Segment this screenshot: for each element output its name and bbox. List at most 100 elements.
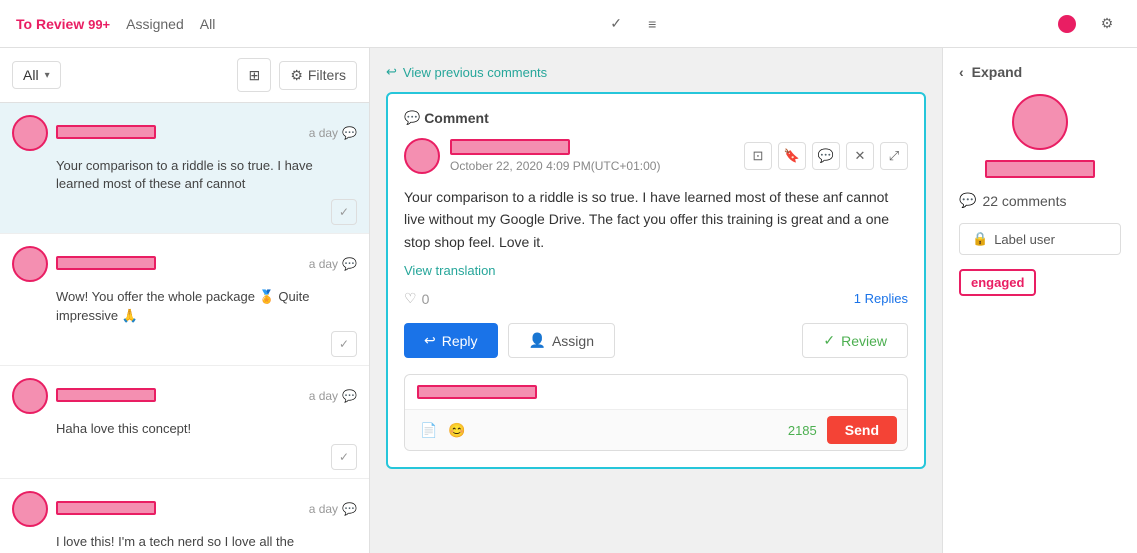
comment-section-title: Comment: [424, 110, 489, 126]
nav-tabs: To Review 99+ Assigned All: [16, 12, 215, 36]
list-item[interactable]: a day 💬 Wow! You offer the whole package…: [0, 234, 369, 365]
list-item-time: a day 💬: [309, 126, 357, 140]
comment-list: a day 💬 Your comparison to a riddle is s…: [0, 103, 369, 553]
chat-icon-button[interactable]: 💬: [812, 142, 840, 170]
expand-label: Expand: [972, 64, 1023, 80]
comment-author-row: October 22, 2020 4:09 PM(UTC+01:00) ⊡ 🔖 …: [404, 138, 908, 174]
char-count: 2185: [788, 423, 817, 438]
chat-icon: 💬: [342, 257, 357, 271]
name-bar: [56, 125, 156, 139]
top-nav-right: ⚙: [1053, 10, 1121, 38]
chat-count-icon: 💬: [959, 192, 976, 209]
view-previous-label: View previous comments: [403, 65, 547, 80]
list-item[interactable]: a day 💬 Your comparison to a riddle is s…: [0, 103, 369, 234]
center-panel: ↩ View previous comments 💬 Comment Octob…: [370, 48, 942, 553]
doc-icon-button[interactable]: 📄: [415, 416, 443, 444]
list-item[interactable]: a day 💬 Haha love this concept! ✓: [0, 366, 369, 479]
reply-button[interactable]: ↩ Reply: [404, 323, 498, 358]
comments-count: 💬 22 comments: [959, 192, 1121, 209]
reply-box: 📄 😊 2185 Send: [404, 374, 908, 451]
check-button[interactable]: ✓: [331, 199, 357, 225]
check-button[interactable]: ✓: [331, 444, 357, 470]
avatar: [12, 491, 48, 527]
list-item-footer: ✓: [12, 199, 357, 225]
settings-icon[interactable]: ⚙: [1093, 10, 1121, 38]
name-bar: [56, 388, 156, 402]
copy-icon-button[interactable]: ⊡: [744, 142, 772, 170]
comment-body: Your comparison to a riddle is so true. …: [404, 186, 908, 253]
list-item-time: a day 💬: [309, 389, 357, 403]
list-item-header: a day 💬: [12, 491, 357, 527]
view-previous-comments-link[interactable]: ↩ View previous comments: [386, 64, 926, 80]
bookmark-icon-button[interactable]: 🔖: [778, 142, 806, 170]
list-item-meta: [56, 125, 301, 141]
comment-card-header: 💬 Comment: [404, 110, 908, 126]
arrow-left-icon: ↩: [386, 64, 397, 80]
filter-value: All: [23, 67, 39, 83]
list-item-footer: ✓: [12, 444, 357, 470]
list-item-text: Wow! You offer the whole package 🏅 Quite…: [12, 288, 357, 324]
like-button[interactable]: ♡ 0: [404, 290, 429, 307]
engaged-tag[interactable]: engaged: [959, 269, 1036, 296]
reply-name-bar: [417, 385, 537, 399]
sort-button[interactable]: ≡: [638, 10, 666, 38]
author-name-bar: [450, 139, 570, 155]
sliders-icon: ⚙: [290, 67, 303, 84]
filter-select[interactable]: All ▾: [12, 61, 61, 89]
comment-action-icons: ⊡ 🔖 💬 ✕ ⤢: [744, 142, 908, 170]
assign-button[interactable]: 👤 Assign: [508, 323, 615, 358]
like-row: ♡ 0 1 Replies: [404, 290, 908, 307]
tab-all[interactable]: All: [200, 12, 216, 36]
emoji-icon-button[interactable]: 😊: [443, 416, 471, 444]
list-item[interactable]: a day 💬 I love this! I'm a tech nerd so …: [0, 479, 369, 553]
list-item-text: Your comparison to a riddle is so true. …: [12, 157, 357, 193]
action-buttons: ↩ Reply 👤 Assign ✓ Review: [404, 323, 908, 358]
expand-avatar: [1012, 94, 1068, 150]
person-icon: 👤: [529, 332, 546, 349]
right-panel: ‹ Expand 💬 22 comments 🔒 Label user enga…: [942, 48, 1137, 553]
tab-to-review[interactable]: To Review 99+: [16, 12, 110, 36]
list-item-time: a day 💬: [309, 502, 357, 516]
list-item-meta: [56, 501, 301, 517]
expand-icon-button[interactable]: ⤢: [880, 142, 908, 170]
replies-link[interactable]: 1 Replies: [854, 291, 908, 306]
like-count: 0: [422, 291, 430, 307]
lock-icon: 🔒: [972, 231, 988, 247]
list-item-header: a day 💬: [12, 246, 357, 282]
chevron-down-icon: ▾: [45, 70, 50, 81]
view-translation-link[interactable]: View translation: [404, 263, 908, 278]
label-user-button[interactable]: 🔒 Label user: [959, 223, 1121, 255]
heart-icon: ♡: [404, 290, 417, 307]
list-item-footer: ✓: [12, 331, 357, 357]
avatar: [12, 115, 48, 151]
grid-view-button[interactable]: ⊞: [237, 58, 271, 92]
notifications-icon[interactable]: [1053, 10, 1081, 38]
to-review-badge: 99+: [88, 17, 110, 32]
send-button[interactable]: Send: [827, 416, 897, 444]
chevron-left-icon: ‹: [959, 64, 964, 80]
filters-button[interactable]: ⚙ Filters: [279, 61, 357, 90]
close-icon-button[interactable]: ✕: [846, 142, 874, 170]
tab-assigned[interactable]: Assigned: [126, 12, 184, 36]
list-item-meta: [56, 388, 301, 404]
chat-icon: 💬: [342, 389, 357, 403]
name-bar: [56, 501, 156, 515]
avatar: [12, 378, 48, 414]
check-all-button[interactable]: ✓: [602, 10, 630, 38]
list-item-time: a day 💬: [309, 257, 357, 271]
list-item-meta: [56, 256, 301, 272]
chat-icon: 💬: [342, 502, 357, 516]
comment-icon: 💬: [404, 110, 420, 126]
reply-icon: ↩: [424, 332, 436, 349]
chat-icon: 💬: [342, 126, 357, 140]
check-button[interactable]: ✓: [331, 331, 357, 357]
list-item-header: a day 💬: [12, 378, 357, 414]
sidebar: All ▾ ⊞ ⚙ Filters a day 💬: [0, 48, 370, 553]
list-item-text: Haha love this concept!: [12, 420, 357, 438]
main-layout: All ▾ ⊞ ⚙ Filters a day 💬: [0, 48, 1137, 553]
filters-label: Filters: [308, 67, 346, 83]
review-button[interactable]: ✓ Review: [802, 323, 908, 358]
expand-header[interactable]: ‹ Expand: [959, 64, 1121, 80]
list-item-header: a day 💬: [12, 115, 357, 151]
author-info: October 22, 2020 4:09 PM(UTC+01:00): [450, 139, 734, 173]
